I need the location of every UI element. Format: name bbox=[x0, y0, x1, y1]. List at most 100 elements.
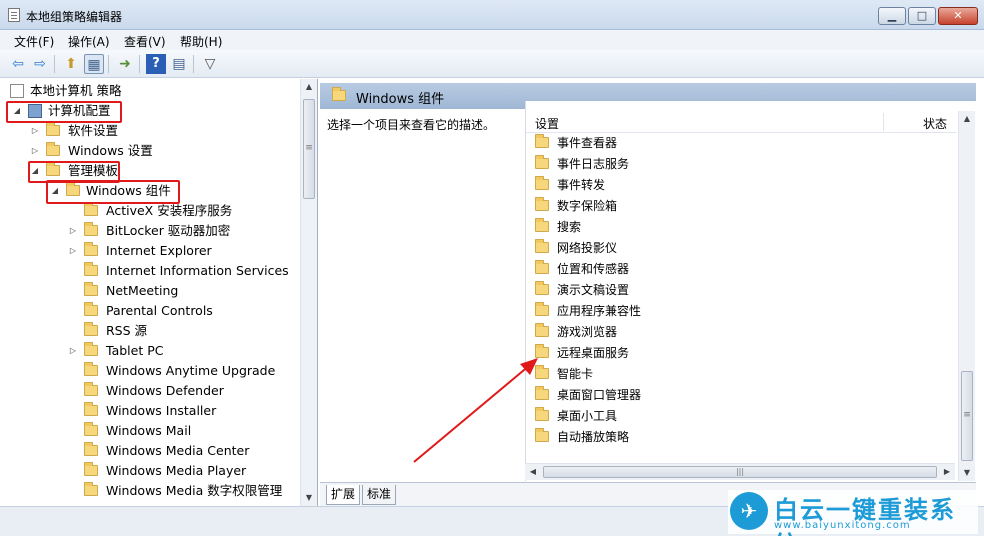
tree-item-label: Windows Media Player bbox=[106, 463, 247, 478]
menu-help[interactable]: 帮助(H) bbox=[180, 33, 222, 50]
filter-icon[interactable]: ▽ bbox=[200, 54, 220, 74]
bird-icon: ✈ bbox=[730, 492, 768, 530]
folder-icon bbox=[46, 122, 60, 136]
folder-icon bbox=[84, 382, 98, 396]
collapse-arrow-icon[interactable]: ▷ bbox=[68, 241, 78, 261]
list-item-label: 桌面小工具 bbox=[557, 409, 618, 423]
scroll-down-icon[interactable]: ▼ bbox=[959, 465, 975, 481]
list-item-label: 数字保险箱 bbox=[557, 199, 618, 213]
hscroll-thumb[interactable]: ||| bbox=[543, 466, 937, 478]
title-bar: 本地组策略编辑器 ▁ □ ✕ bbox=[0, 0, 984, 30]
folder-icon bbox=[535, 239, 549, 253]
tree-item-label: Internet Information Services bbox=[106, 263, 289, 278]
folder-icon bbox=[84, 302, 98, 316]
properties-icon[interactable]: ▤ bbox=[169, 54, 189, 74]
collapse-arrow-icon[interactable]: ▷ bbox=[68, 341, 78, 361]
column-setting[interactable]: 设置 bbox=[535, 115, 559, 132]
column-state[interactable]: 状态 bbox=[923, 115, 947, 132]
menu-view[interactable]: 查看(V) bbox=[124, 33, 166, 50]
list-item-label: 事件查看器 bbox=[557, 136, 618, 150]
tree-item-label: ActiveX 安装程序服务 bbox=[106, 203, 233, 218]
scroll-thumb[interactable]: ≡ bbox=[303, 99, 315, 199]
tree-item-label: Internet Explorer bbox=[106, 243, 212, 258]
list-item-label: 事件日志服务 bbox=[557, 157, 630, 171]
folder-icon bbox=[84, 262, 98, 276]
scroll-right-icon[interactable]: ▶ bbox=[939, 464, 955, 480]
toolbar-separator bbox=[54, 55, 55, 73]
brand-url: www.baiyunxitong.com bbox=[774, 520, 911, 531]
highlight-box-computer-config bbox=[6, 101, 122, 123]
column-divider[interactable] bbox=[883, 113, 884, 131]
scroll-left-icon[interactable]: ◀ bbox=[525, 464, 541, 480]
tree-item-label: Windows Defender bbox=[106, 383, 224, 398]
show-hide-tree-icon[interactable]: ▦ bbox=[84, 54, 104, 74]
folder-icon bbox=[535, 176, 549, 190]
scroll-thumb[interactable]: ≡ bbox=[961, 371, 973, 461]
help-icon[interactable]: ? bbox=[146, 54, 166, 74]
list-item-label: 应用程序兼容性 bbox=[557, 304, 642, 318]
details-header-title: Windows 组件 bbox=[356, 92, 445, 107]
up-folder-icon[interactable]: ⬆ bbox=[61, 54, 81, 74]
tree-item-label: RSS 源 bbox=[106, 323, 148, 338]
back-arrow-icon[interactable]: ⇦ bbox=[8, 54, 28, 74]
tab-standard[interactable]: 标准 bbox=[362, 485, 397, 505]
folder-icon bbox=[535, 197, 549, 211]
tree-scrollbar[interactable]: ▲ ≡ ▼ bbox=[300, 79, 317, 506]
minimize-button[interactable]: ▁ bbox=[878, 7, 906, 25]
tree-root-label: 本地计算机 策略 bbox=[30, 83, 122, 98]
folder-icon bbox=[535, 155, 549, 169]
folder-icon bbox=[84, 482, 98, 496]
folder-icon bbox=[535, 134, 549, 148]
highlight-box-windows-components bbox=[46, 180, 180, 204]
forward-arrow-icon[interactable]: ⇨ bbox=[30, 54, 50, 74]
collapse-arrow-icon[interactable]: ▷ bbox=[68, 221, 78, 241]
list-item-label: 远程桌面服务 bbox=[557, 346, 630, 360]
description-text: 选择一个项目来查看它的描述。 bbox=[327, 118, 496, 132]
folder-icon bbox=[535, 386, 549, 400]
folder-icon bbox=[332, 87, 346, 101]
list-item-label: 智能卡 bbox=[557, 367, 594, 381]
folder-icon bbox=[535, 302, 549, 316]
tree-item-label: Windows 设置 bbox=[68, 143, 153, 158]
folder-icon bbox=[535, 428, 549, 442]
tree-item-label: Windows Mail bbox=[106, 423, 192, 438]
folder-icon bbox=[535, 218, 549, 232]
watermark-logo: ✈ 白云一键重装系统 www.baiyunxitong.com bbox=[728, 490, 978, 536]
folder-icon bbox=[535, 260, 549, 274]
collapse-arrow-icon[interactable]: ▷ bbox=[30, 121, 40, 141]
list-item-label: 演示文稿设置 bbox=[557, 283, 630, 297]
folder-icon bbox=[535, 407, 549, 421]
toolbar-separator bbox=[108, 55, 109, 73]
folder-icon bbox=[84, 282, 98, 296]
list-item-label: 桌面窗口管理器 bbox=[557, 388, 642, 402]
list-scrollbar[interactable]: ▲ ≡ ▼ bbox=[958, 111, 975, 481]
tab-extended[interactable]: 扩展 bbox=[326, 485, 361, 505]
tree-item-label: 软件设置 bbox=[68, 123, 119, 138]
tree-item-label: NetMeeting bbox=[106, 283, 179, 298]
policy-document-icon bbox=[10, 84, 24, 98]
menu-bar: 文件(F) 操作(A) 查看(V) 帮助(H) bbox=[0, 30, 984, 50]
tree-item-label: Windows Media Center bbox=[106, 443, 250, 458]
folder-icon bbox=[535, 323, 549, 337]
list-hscrollbar[interactable]: ◀ ||| ▶ bbox=[525, 463, 955, 480]
folder-icon bbox=[84, 202, 98, 216]
folder-icon bbox=[84, 222, 98, 236]
menu-action[interactable]: 操作(A) bbox=[68, 33, 110, 50]
list-item-label: 位置和传感器 bbox=[557, 262, 630, 276]
folder-icon bbox=[84, 322, 98, 336]
toolbar: ⇦ ⇨ ⬆ ▦ ➜ ? ▤ ▽ bbox=[0, 50, 984, 78]
menu-file[interactable]: 文件(F) bbox=[14, 33, 54, 50]
collapse-arrow-icon[interactable]: ▷ bbox=[30, 141, 40, 161]
scroll-up-icon[interactable]: ▲ bbox=[301, 79, 317, 95]
close-button[interactable]: ✕ bbox=[938, 7, 978, 25]
folder-icon bbox=[535, 365, 549, 379]
folder-icon bbox=[84, 362, 98, 376]
scroll-up-icon[interactable]: ▲ bbox=[959, 111, 975, 127]
folder-icon bbox=[535, 281, 549, 295]
scroll-down-icon[interactable]: ▼ bbox=[301, 490, 317, 506]
folder-icon bbox=[84, 462, 98, 476]
export-list-icon[interactable]: ➜ bbox=[115, 54, 135, 74]
details-pane: Windows 组件 选择一个项目来查看它的描述。 设置 状态 事件查看器 事件… bbox=[320, 79, 976, 506]
list-item-label: 游戏浏览器 bbox=[557, 325, 618, 339]
maximize-button[interactable]: □ bbox=[908, 7, 936, 25]
